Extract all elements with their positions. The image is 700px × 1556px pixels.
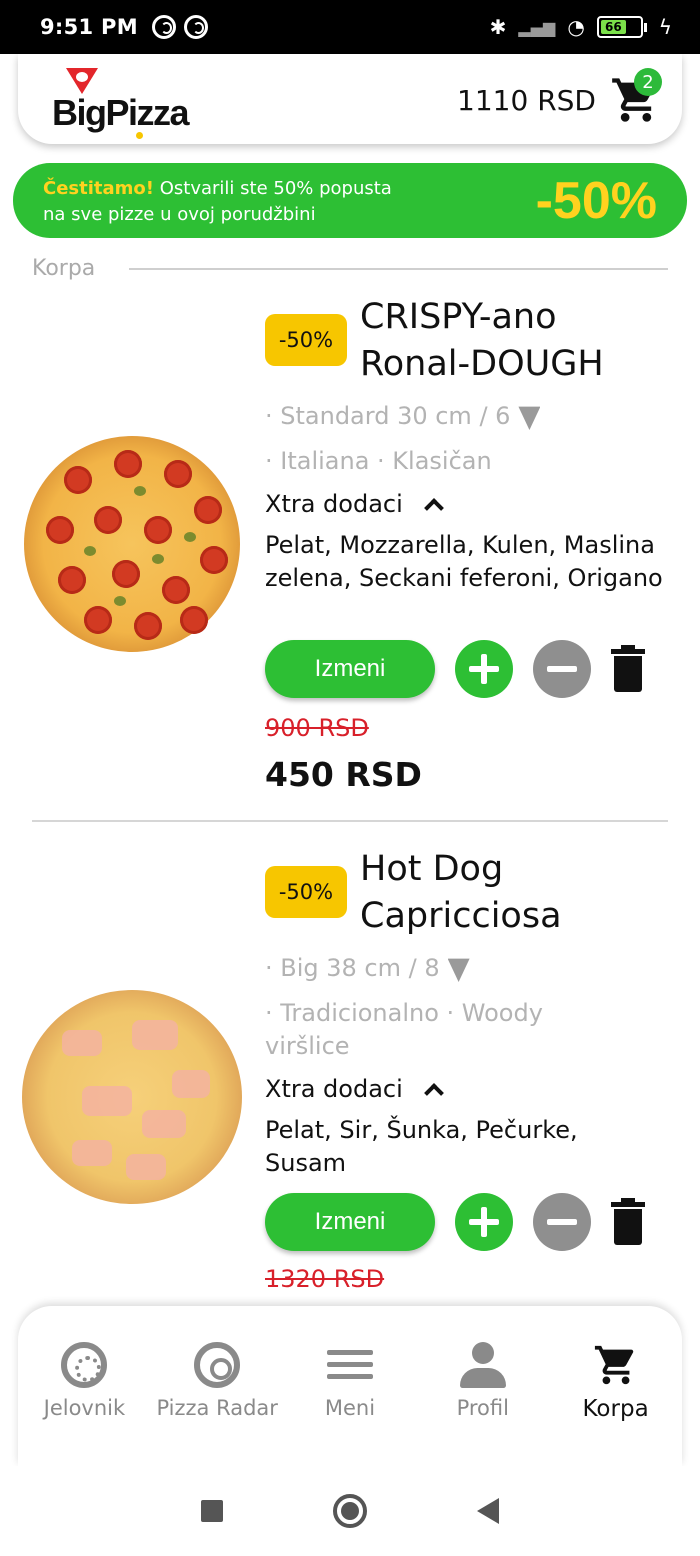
promo-discount: -50% [535,172,657,230]
extras-toggle[interactable]: Xtra dodaci [265,1075,444,1103]
pizza-image [24,436,240,652]
nav-item-pizza-radar[interactable]: Pizza Radar [151,1342,284,1466]
item-divider [32,820,668,822]
section-title: Korpa [32,256,96,281]
section-divider [129,267,668,270]
decrease-quantity-button[interactable] [533,640,591,698]
old-price: 900 RSD [265,714,369,742]
pizza-image [22,990,242,1204]
recent-apps-icon[interactable] [201,1500,223,1522]
pizza-menu-icon [61,1342,108,1388]
pizza-title: CRISPY-ano Ronal-DOUGH [360,294,680,388]
size-text: · Big 38 cm / 8 [265,954,440,982]
delete-icon[interactable] [611,1198,645,1246]
logo-triangle-icon [66,68,98,94]
cart-count-badge: 2 [634,68,662,96]
home-icon[interactable] [333,1494,367,1528]
nav-item-profil[interactable]: Profil [416,1342,549,1466]
nav-label: Korpa [582,1396,649,1422]
nav-item-jelovnik[interactable]: Jelovnik [18,1342,151,1466]
increase-quantity-button[interactable] [455,1193,513,1251]
promo-message-2: na sve pizze u ovoj porudžbini [43,204,316,225]
person-icon [459,1342,506,1388]
pizza-style: · Tradicionalno · Woody viršlice [265,999,543,1060]
delete-icon[interactable] [611,645,645,693]
extras-label: Xtra dodaci [265,1075,403,1103]
discount-banner: Čestitamo! Ostvarili ste 50% popusta na … [13,163,687,238]
pizza-title-line1: CRISPY-ano [360,297,557,337]
promo-message-1: Ostvarili ste 50% popusta [154,178,392,199]
battery-level: 66 [600,20,626,34]
bluetooth-icon: ✱ [489,15,507,39]
item-actions: Izmeni [265,1193,645,1251]
charging-icon: ϟ [658,15,672,39]
extras-label: Xtra dodaci [265,490,403,518]
signal-icon: ▂▄▆ [518,17,556,37]
nav-label: Profil [456,1396,509,1420]
pizza-style: · Italiana · Klasičan [265,447,492,475]
bottom-navigation: Jelovnik Pizza Radar Meni Profil Korpa [18,1306,682,1466]
wifi-icon: ◔ [567,15,585,39]
hamburger-menu-icon [326,1342,373,1388]
notification-icon [151,15,176,39]
back-icon[interactable] [477,1498,499,1524]
edit-button[interactable]: Izmeni [265,640,435,698]
battery-icon: 66 [596,16,647,38]
nav-item-meni[interactable]: Meni [284,1342,417,1466]
status-bar: 9:51 PM ✱ ▂▄▆ ◔ 66 ϟ [0,0,700,54]
nav-item-korpa[interactable]: Korpa [549,1342,682,1466]
extras-list: Pelat, Sir, Šunka, Pečurke, Susam [265,1116,578,1177]
pizza-title-line1: Hot Dog [360,849,504,889]
cart-total: 1110 RSD [457,84,596,117]
pizza-size: · Standard 30 cm / 6 [265,400,685,433]
increase-quantity-button[interactable] [455,640,513,698]
cart-section-header: Korpa [32,256,668,281]
radar-icon [194,1342,241,1388]
item-actions: Izmeni [265,640,645,698]
pizza-slice-icon [518,406,541,430]
cart-icon [594,1345,633,1385]
promo-highlight: Čestitamo! [43,178,154,199]
status-time: 9:51 PM [40,15,138,39]
chevron-up-icon [423,498,444,518]
extras-list: Pelat, Mozzarella, Kulen, Maslina zelena… [265,531,663,592]
header-cart-button[interactable]: 2 [610,68,662,126]
logo-text: BigPizza [52,92,190,133]
nav-label: Meni [324,1396,376,1420]
pizza-slice-icon [447,958,470,982]
old-price: 1320 RSD [265,1265,385,1293]
app-header: BigPizza 1110 RSD 2 [18,54,682,144]
pizza-size: · Big 38 cm / 8 [265,952,685,985]
edit-button[interactable]: Izmeni [265,1193,435,1251]
notification-icon [183,15,208,39]
new-price: 450 RSD [265,755,422,794]
notification-icons [151,15,208,39]
nav-label: Jelovnik [43,1396,126,1420]
size-text: · Standard 30 cm / 6 [265,402,511,430]
pizza-title: Hot Dog Capricciosa [360,846,680,940]
nav-label: Pizza Radar [156,1396,278,1420]
decrease-quantity-button[interactable] [533,1193,591,1251]
system-navigation-bar [0,1466,700,1556]
chevron-up-icon [423,1083,444,1103]
extras-toggle[interactable]: Xtra dodaci [265,490,444,518]
pizza-title-line2: Ronal-DOUGH [360,344,604,384]
discount-badge: -50% [265,314,347,366]
discount-badge: -50% [265,866,347,918]
status-right: ✱ ▂▄▆ ◔ 66 ϟ [490,15,672,39]
bigpizza-logo[interactable]: BigPizza [52,68,212,139]
pizza-title-line2: Capricciosa [360,896,562,936]
